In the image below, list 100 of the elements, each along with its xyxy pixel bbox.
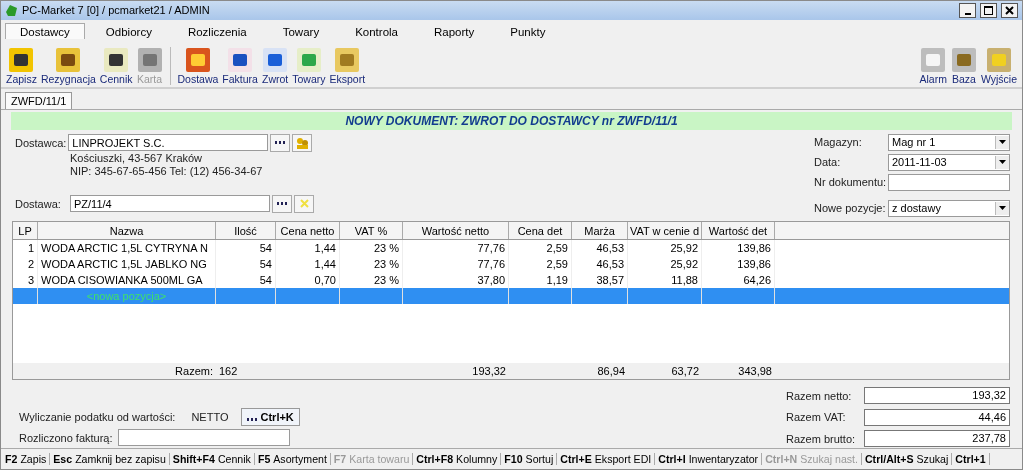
toolbar-button[interactable]: Baza — [949, 46, 978, 85]
toolbar-button[interactable]: Dostawa — [176, 46, 220, 85]
toolbar-button[interactable]: Alarm — [918, 46, 948, 85]
menu-tab[interactable]: Raporty — [419, 22, 490, 39]
table-cell: 23 % — [340, 240, 403, 257]
input-field[interactable] — [888, 173, 1010, 191]
minimize-icon — [964, 12, 971, 15]
summary-label: Razem VAT: — [786, 411, 847, 424]
table-cell: 139,86 — [702, 240, 775, 257]
maximize-icon — [984, 5, 993, 15]
shortcut-item[interactable]: F10 Sortuj — [501, 453, 558, 466]
toolbar-button[interactable]: Zwrot — [260, 46, 290, 85]
document-banner: NOWY DOKUMENT: ZWROT DO DOSTAWCY nr ZWFD/11/1 — [11, 111, 1012, 130]
menu-tab[interactable]: Odbiorcy — [90, 22, 167, 39]
total-cell-text: 193,32 — [471, 364, 507, 380]
window-title: PC-Market 7 [0] / pcmarket21 / ADMIN — [22, 4, 211, 17]
column-header[interactable]: Cena netto — [276, 222, 340, 240]
dropdown-arrow-icon — [999, 140, 1006, 145]
invoice-field[interactable] — [117, 429, 290, 447]
column-header[interactable]: Ilość — [216, 222, 276, 240]
column-header[interactable]: Marża — [572, 222, 628, 240]
table-cell: WODA ARCTIC 1,5L JABLKO NG — [38, 256, 216, 273]
menu-tab[interactable]: Dostawcy — [5, 22, 85, 39]
toolbar-button[interactable]: Eksport — [328, 46, 367, 85]
menu-tab[interactable]: Towary — [267, 22, 335, 39]
field-label: Dostawa: — [15, 197, 62, 210]
app-logo-icon — [5, 3, 18, 17]
dropdown-arrow-icon — [999, 206, 1006, 211]
table-cell: 54 — [216, 240, 276, 257]
field-label: Data: — [814, 156, 842, 169]
column-header[interactable]: Wartość det — [702, 222, 775, 240]
toolbar-button[interactable]: Zapisz — [5, 46, 38, 85]
table-cell: 2,59 — [509, 256, 572, 273]
summary-value: 44,46 — [864, 408, 1010, 426]
table-cell: 54 — [216, 256, 276, 273]
total-cell-text: 63,72 — [670, 364, 700, 380]
table-cell: <nowa pozycja> — [38, 288, 216, 305]
table-cell: 46,53 — [572, 240, 628, 257]
table-cell: 25,92 — [628, 240, 702, 257]
table-cell: 23 % — [340, 256, 403, 273]
table-cell: 1 — [13, 240, 38, 257]
total-cell-text: 86,94 — [596, 364, 626, 380]
supplier-field[interactable]: LINPROJEKT S.C. — [68, 134, 269, 152]
shortcut-item[interactable]: Ctrl+F8 Kolumny — [413, 453, 502, 466]
menu-tab[interactable]: Punkty — [495, 22, 561, 39]
column-header[interactable]: Cena det — [509, 222, 572, 240]
minimize-button[interactable] — [959, 2, 976, 18]
total-cell-text: 162 — [218, 364, 239, 380]
table-cell: 2,59 — [509, 240, 572, 257]
delivery-field[interactable]: PZ/11/4 — [70, 195, 270, 213]
column-header[interactable]: LP — [13, 222, 38, 240]
supplier-address: Kościuszki, 43-567 Kraków — [69, 151, 204, 165]
field-label: Magazyn: — [814, 136, 863, 149]
close-button[interactable] — [1001, 2, 1018, 18]
table-cell: 1,44 — [276, 240, 340, 257]
shortcut-item[interactable]: F2 Zapis — [2, 453, 51, 466]
table-cell: 77,76 — [403, 240, 509, 257]
field-label: Wyliczanie podatku od wartości: — [19, 411, 176, 424]
shortcut-item[interactable]: Ctrl+I Inwentaryzator — [655, 453, 763, 466]
field-label: Nr dokumentu: — [814, 176, 888, 189]
table-cell: 25,92 — [628, 256, 702, 273]
dropdown-arrow-icon — [999, 160, 1006, 165]
summary-value: 237,78 — [864, 430, 1010, 448]
tax-mode-button[interactable]: Ctrl+K — [240, 408, 300, 427]
total-cell-text: Razem: — [174, 364, 214, 380]
column-header[interactable]: Nazwa — [38, 222, 216, 240]
close-icon — [1005, 5, 1014, 15]
shortcut-item[interactable]: Ctrl+E Eksport EDI — [557, 453, 656, 466]
ellipsis-icon — [246, 418, 257, 422]
toolbar-button[interactable]: Cennik — [98, 46, 134, 85]
shortcut-item[interactable]: Esc Zamknij bez zapisu — [50, 453, 170, 466]
tax-mode: NETTO — [191, 411, 229, 424]
maximize-button[interactable] — [980, 2, 997, 18]
dropdown-field[interactable]: z dostawy — [888, 199, 1010, 217]
clear-icon — [299, 199, 309, 209]
document-tab[interactable]: ZWFD/11/1 — [5, 91, 73, 109]
field-label: Rozliczono fakturą: — [19, 431, 113, 444]
dropdown-field[interactable]: 2011-11-03 — [888, 153, 1010, 171]
table-cell: 46,53 — [572, 256, 628, 273]
shortcut-item[interactable]: F5 Asortyment — [254, 453, 331, 466]
toolbar-button[interactable]: Towary — [291, 46, 327, 85]
shortcut-item[interactable]: Ctrl/Alt+S Szukaj — [861, 453, 953, 466]
column-header[interactable]: VAT % — [340, 222, 403, 240]
menu-tab[interactable]: Kontrola — [340, 22, 413, 39]
summary-label: Razem netto: — [786, 389, 853, 402]
shortcut-item[interactable]: Ctrl+1 — [952, 453, 990, 466]
column-header[interactable]: VAT w cenie d — [628, 222, 702, 240]
browse-button[interactable] — [272, 194, 292, 213]
people-icon — [295, 136, 309, 149]
browse-button[interactable] — [270, 133, 291, 152]
column-header[interactable]: Wartość netto — [403, 222, 509, 240]
dropdown-field[interactable]: Mag nr 1 — [888, 133, 1010, 151]
toolbar-button[interactable]: Wyjście — [979, 46, 1018, 85]
toolbar-button[interactable]: Rezygnacja — [39, 46, 97, 85]
toolbar-button[interactable]: Faktura — [221, 46, 259, 85]
table-cell: 77,76 — [403, 256, 509, 273]
summary-value: 193,32 — [864, 387, 1010, 405]
shortcut-item[interactable]: Shift+F4 Cennik — [169, 453, 255, 466]
table-cell: 2 — [13, 256, 38, 273]
menu-tab[interactable]: Rozliczenia — [172, 22, 262, 39]
